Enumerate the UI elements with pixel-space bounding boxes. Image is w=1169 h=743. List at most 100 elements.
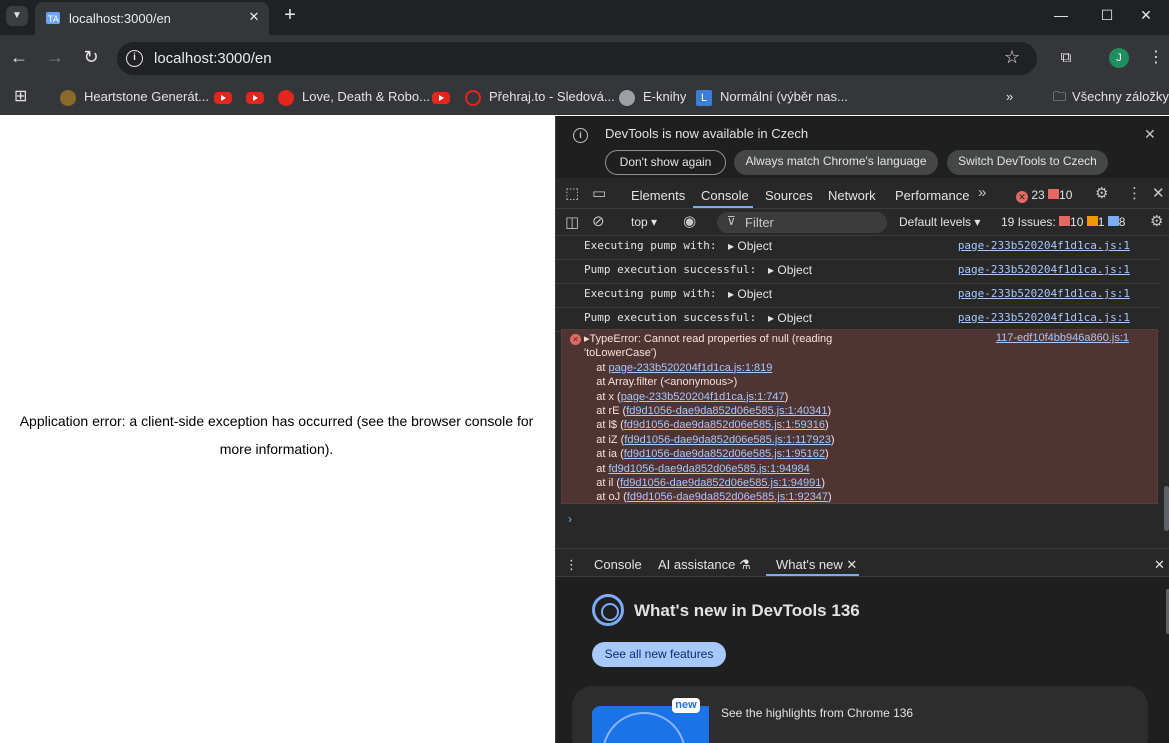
back-icon[interactable]: ←: [7, 46, 31, 70]
log-levels-dropdown[interactable]: Default levels ▾: [899, 215, 980, 229]
all-bookmarks[interactable]: 🗀 Všechny záložky: [1053, 87, 1169, 107]
close-tab-icon[interactable]: ✕: [245, 8, 263, 26]
forward-icon[interactable]: →: [43, 46, 67, 70]
filter-placeholder: Filter: [745, 215, 774, 230]
drawer-menu-icon[interactable]: ⋮: [565, 557, 578, 573]
close-drawer-icon[interactable]: ✕: [1154, 557, 1165, 573]
console-filter-input[interactable]: ⊽ Filter: [717, 212, 887, 233]
stack-text: at iZ (: [584, 433, 625, 446]
stack-text: ▸TypeError: Cannot read properties of nu…: [584, 333, 833, 345]
avatar[interactable]: J: [1109, 48, 1129, 68]
stack-source-link[interactable]: page-233b520204f1d1ca.js:1:819: [608, 362, 772, 374]
bookmark-item[interactable]: Love, Death & Robo...: [278, 87, 430, 107]
youtube-icon: [214, 91, 232, 104]
log-object[interactable]: ▸ Object: [768, 263, 812, 277]
error-source-link[interactable]: 117-edf10f4bb946a860.js:1: [996, 332, 1129, 344]
more-tabs-icon[interactable]: »: [978, 184, 986, 201]
console-prompt-icon[interactable]: ›: [568, 512, 572, 526]
address-bar[interactable]: i localhost:3000/en ☆: [117, 42, 1037, 75]
sidebar-toggle-icon[interactable]: ◫: [565, 213, 579, 231]
close-window-icon[interactable]: ✕: [1123, 0, 1169, 32]
more-bookmarks-icon[interactable]: »: [1006, 87, 1013, 107]
see-all-features-button[interactable]: See all new features: [592, 642, 726, 667]
stack-source-link[interactable]: fd9d1056-dae9da852d06e585.js:1:94991: [620, 477, 821, 489]
stack-source-link[interactable]: fd9d1056-dae9da852d06e585.js:1:59316: [624, 419, 825, 431]
log-object[interactable]: ▸ Object: [768, 311, 812, 325]
tab-network[interactable]: Network: [828, 188, 876, 203]
object-label: Object: [737, 287, 773, 301]
log-source-link[interactable]: page-233b520204f1d1ca.js:1: [958, 311, 1130, 324]
error-icon: ✕: [570, 334, 581, 345]
more-options-icon[interactable]: ⋮: [1127, 184, 1142, 202]
stack-source-link[interactable]: fd9d1056-dae9da852d06e585.js:1:92347: [627, 491, 828, 503]
log-object[interactable]: ▸ Object: [728, 287, 772, 301]
site-info-icon[interactable]: i: [126, 50, 143, 67]
chrome-menu-icon[interactable]: ⋮: [1148, 48, 1164, 68]
highlights-card[interactable]: new See the highlights from Chrome 136: [572, 686, 1148, 743]
youtube-icon: [432, 91, 450, 104]
bookmark-item[interactable]: L Normální (výběr nas...: [696, 87, 848, 107]
stack-source-link[interactable]: page-233b520204f1d1ca.js:1:747: [621, 391, 785, 403]
minimize-icon[interactable]: —: [1038, 0, 1084, 32]
switch-to-czech-button[interactable]: Switch DevTools to Czech: [947, 150, 1108, 175]
stack-source-link[interactable]: fd9d1056-dae9da852d06e585.js:1:95162: [624, 448, 825, 460]
apps-grid-icon[interactable]: ⊞: [14, 87, 27, 107]
stack-source-link[interactable]: fd9d1056-dae9da852d06e585.js:1:40341: [626, 405, 827, 417]
drawer-tab-console[interactable]: Console: [594, 557, 642, 572]
console-log-row: Executing pump with: ▸ Object page-233b5…: [556, 236, 1160, 260]
console-log-row: Executing pump with: ▸ Object page-233b5…: [556, 284, 1160, 308]
bookmark-item[interactable]: Heartstone Generát...: [60, 87, 209, 107]
stack-source-link[interactable]: fd9d1056-dae9da852d06e585.js:1:94984: [608, 463, 809, 475]
drawer-tab-ai-assistance[interactable]: AI assistance ⚗: [658, 557, 751, 573]
youtube-bookmark[interactable]: [214, 87, 232, 107]
warning-icon: [1048, 189, 1060, 199]
live-expression-eye-icon[interactable]: ◉: [683, 212, 696, 230]
bookmark-item[interactable]: E-knihy: [619, 87, 686, 107]
context-selector[interactable]: top ▾: [631, 215, 657, 229]
log-object[interactable]: ▸ Object: [728, 239, 772, 253]
svg-text:TA: TA: [47, 15, 60, 25]
inspect-element-icon[interactable]: ⬚: [565, 184, 579, 202]
youtube-bookmark[interactable]: [432, 87, 450, 107]
close-tab-icon[interactable]: ✕: [846, 557, 857, 572]
stack-line: at ia (fd9d1056-dae9da852d06e585.js:1:95…: [584, 447, 835, 461]
settings-gear-icon[interactable]: ⚙: [1095, 184, 1108, 202]
new-tab-button[interactable]: +: [279, 5, 301, 27]
browser-tab[interactable]: TA localhost:3000/en ✕: [35, 2, 269, 35]
youtube-bookmark[interactable]: [246, 87, 264, 107]
stack-text: ): [821, 477, 825, 490]
info-icon: i: [573, 128, 588, 143]
dont-show-again-button[interactable]: Don't show again: [605, 150, 726, 175]
drawer-tab-whats-new[interactable]: What's new ✕: [776, 557, 857, 573]
tab-search-dropdown[interactable]: ▼: [6, 6, 28, 26]
tab-elements[interactable]: Elements: [631, 188, 685, 203]
stack-source-link[interactable]: fd9d1056-dae9da852d06e585.js:1:117923: [624, 434, 831, 446]
reload-icon[interactable]: ↻: [79, 46, 103, 70]
tab-sources[interactable]: Sources: [765, 188, 813, 203]
console-error-entry[interactable]: ✕ ▸TypeError: Cannot read properties of …: [561, 329, 1158, 504]
close-devtools-icon[interactable]: ✕: [1152, 184, 1165, 202]
always-match-language-button[interactable]: Always match Chrome's language: [734, 150, 938, 175]
tab-performance[interactable]: Performance: [895, 188, 969, 203]
clear-console-icon[interactable]: ⊘: [592, 212, 605, 230]
device-toolbar-icon[interactable]: ▭: [592, 184, 606, 202]
console-scrollbar[interactable]: [1164, 486, 1169, 531]
log-source-link[interactable]: page-233b520204f1d1ca.js:1: [958, 263, 1130, 276]
log-source-link[interactable]: page-233b520204f1d1ca.js:1: [958, 239, 1130, 252]
issues-counter[interactable]: 19 Issues: 10 1 8: [1001, 215, 1125, 229]
console-settings-icon[interactable]: ⚙: [1150, 212, 1163, 230]
context-label: top: [631, 215, 648, 229]
bookmark-item[interactable]: Přehraj.to - Sledová...: [465, 87, 615, 107]
stack-text: ): [784, 390, 789, 403]
error-warning-counter[interactable]: ✕ 23 10: [1016, 188, 1072, 203]
error-line: Application error: a client-side excepti…: [19, 413, 534, 429]
close-infobar-icon[interactable]: ✕: [1144, 126, 1156, 143]
bookmark-star-icon[interactable]: ☆: [1004, 47, 1020, 68]
extensions-icon[interactable]: ⧉: [1055, 47, 1077, 69]
log-source-link[interactable]: page-233b520204f1d1ca.js:1: [958, 287, 1130, 300]
tab-console[interactable]: Console: [701, 188, 749, 203]
error-count: 23: [1031, 188, 1045, 202]
url-text[interactable]: localhost:3000/en: [154, 50, 272, 67]
bookmark-label: E-knihy: [643, 89, 687, 104]
devtools-tabbar: ⬚ ▭ Elements Console Sources Network Per…: [556, 179, 1169, 209]
